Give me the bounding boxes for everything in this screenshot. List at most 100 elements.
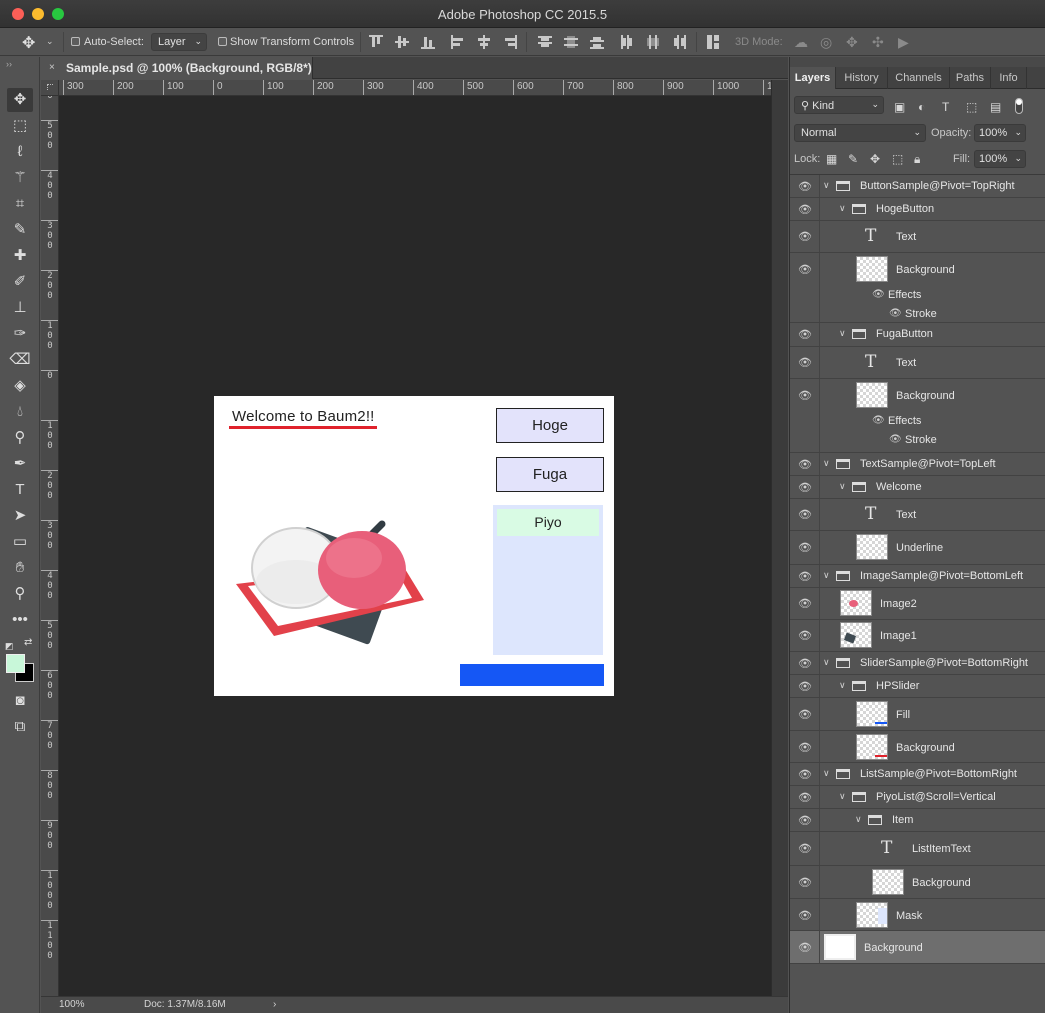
opacity-field[interactable]: 100% ⌄ xyxy=(974,124,1026,142)
lasso-tool-icon[interactable]: ℓ xyxy=(7,140,33,164)
lock-artboard-icon[interactable]: ⬚ xyxy=(892,152,903,166)
hand-tool-icon[interactable]: ✋︎ xyxy=(7,556,33,580)
layer-underline[interactable]: 👁︎ Underline xyxy=(790,531,1045,565)
camera-3d-icon[interactable]: ▶ xyxy=(898,34,909,51)
chevron-down-icon[interactable]: ∨ xyxy=(823,180,830,191)
rectangle-tool-icon[interactable]: ▭ xyxy=(7,530,33,554)
eye-icon[interactable]: 👁︎ xyxy=(798,481,812,494)
path-selection-tool-icon[interactable]: ➤ xyxy=(7,504,33,528)
layer-listitemtext[interactable]: 👁︎ T ListItemText xyxy=(790,832,1045,866)
chevron-down-icon[interactable]: ∨ xyxy=(855,814,862,825)
layer-mask[interactable]: 👁︎ Mask xyxy=(790,899,1045,931)
chevron-down-icon[interactable]: ∨ xyxy=(839,791,846,802)
screen-mode-icon[interactable]: ⧉ xyxy=(7,715,33,739)
lock-transparent-pixels-icon[interactable]: ▦ xyxy=(826,152,837,166)
default-colors-icon[interactable]: ◩ xyxy=(5,641,14,652)
paint-bucket-tool-icon[interactable]: ◈ xyxy=(7,374,33,398)
tab-info[interactable]: Info xyxy=(991,67,1027,89)
zoom-level-field[interactable]: 100% xyxy=(59,999,85,1010)
effects-eye-icon[interactable]: 👁︎ xyxy=(872,289,885,300)
chevron-down-icon[interactable]: ∨ xyxy=(823,768,830,779)
stroke-eye-icon[interactable]: 👁︎ xyxy=(889,434,902,445)
layer-group-listsample[interactable]: 👁︎ ∨ ListSample@Pivot=BottomRight xyxy=(790,763,1045,786)
filter-adjustment-layers-icon[interactable]: ◐ xyxy=(918,100,925,114)
eye-icon[interactable]: 👁︎ xyxy=(798,203,812,216)
eye-icon[interactable]: 👁︎ xyxy=(798,708,812,721)
layer-background[interactable]: 👁︎ Background xyxy=(790,731,1045,763)
type-tool-icon[interactable]: T xyxy=(7,478,33,502)
blur-tool-icon[interactable]: 💧︎ xyxy=(7,400,33,424)
tab-layers[interactable]: Layers xyxy=(790,67,836,89)
pen-tool-icon[interactable]: ✒ xyxy=(7,452,33,476)
close-document-icon[interactable]: × xyxy=(49,62,55,73)
vertical-scrollbar[interactable] xyxy=(771,80,788,996)
layer-group-imagesample[interactable]: 👁︎ ∨ ImageSample@Pivot=BottomLeft xyxy=(790,565,1045,588)
crop-tool-icon[interactable]: ⌗ xyxy=(7,192,33,216)
roll-3d-icon[interactable]: ◎ xyxy=(820,34,832,51)
layer-fill[interactable]: 👁︎ Fill xyxy=(790,698,1045,731)
stroke-eye-icon[interactable]: 👁︎ xyxy=(889,308,902,319)
blend-mode-dropdown[interactable]: Normal ⌄ xyxy=(794,124,926,142)
layer-group-slidersample[interactable]: 👁︎ ∨ SliderSample@Pivot=BottomRight xyxy=(790,652,1045,675)
magic-wand-tool-icon[interactable]: ⚚ xyxy=(7,166,33,190)
lock-position-icon[interactable]: ✥ xyxy=(870,152,880,166)
eye-icon[interactable]: 👁︎ xyxy=(798,180,812,193)
eraser-tool-icon[interactable]: ⌫ xyxy=(7,348,33,372)
vertical-ruler[interactable]: 6 0 0 5 0 0 4 0 0 3 0 0 2 0 0 1 0 0 0 1 0 0 2 0 … xyxy=(41,96,59,996)
horizontal-ruler[interactable]: 300 200 100 0 100 200 300 400 500 600 700 800 900 100… xyxy=(59,80,771,96)
tab-paths[interactable]: Paths xyxy=(950,67,991,89)
layer-text[interactable]: 👁︎ T Text xyxy=(790,347,1045,379)
eye-icon[interactable]: 👁︎ xyxy=(798,356,812,369)
swap-colors-icon[interactable]: ⇄ xyxy=(24,637,32,648)
marquee-tool-icon[interactable]: ⬚ xyxy=(7,114,33,138)
chevron-down-icon[interactable]: ∨ xyxy=(839,680,846,691)
layer-group-buttonsample[interactable]: 👁︎ ∨ ButtonSample@Pivot=TopRight xyxy=(790,175,1045,198)
layer-background-selected[interactable]: 👁︎ Background xyxy=(790,931,1045,964)
lock-image-pixels-icon[interactable]: ✎ xyxy=(848,152,858,166)
zoom-tool-icon[interactable]: ⚲ xyxy=(7,582,33,606)
eye-icon[interactable]: 👁︎ xyxy=(798,389,812,402)
distribute-vertical-centers-icon[interactable] xyxy=(564,35,578,49)
layer-image1[interactable]: 👁︎ Image1 xyxy=(790,620,1045,652)
eye-icon[interactable]: 👁︎ xyxy=(798,741,812,754)
eye-icon[interactable]: 👁︎ xyxy=(798,941,812,954)
eye-icon[interactable]: 👁︎ xyxy=(798,657,812,670)
layer-group-fugabutton[interactable]: 👁︎ ∨ FugaButton xyxy=(790,323,1045,347)
eye-icon[interactable]: 👁︎ xyxy=(798,842,812,855)
panel-collapse-icon[interactable]: ›› xyxy=(6,59,12,69)
layer-group-item[interactable]: 👁︎ ∨ Item xyxy=(790,809,1045,832)
eye-icon[interactable]: 👁︎ xyxy=(798,629,812,642)
align-top-edges-icon[interactable] xyxy=(369,35,383,49)
eye-icon[interactable]: 👁︎ xyxy=(798,328,812,341)
panel-grip[interactable] xyxy=(790,57,1045,67)
filter-kind-dropdown[interactable]: ⚲ Kind ⌄ xyxy=(794,96,884,114)
dodge-tool-icon[interactable]: ⚲ xyxy=(7,426,33,450)
filter-type-layers-icon[interactable]: T xyxy=(942,100,949,114)
lock-all-icon[interactable]: 🔒︎ xyxy=(914,152,920,167)
document-canvas[interactable]: Welcome to Baum2!! Hoge Fuga Piyo xyxy=(214,396,614,696)
filter-toggle[interactable] xyxy=(1015,98,1023,114)
clone-stamp-tool-icon[interactable]: ⊥ xyxy=(7,296,33,320)
eye-icon[interactable]: 👁︎ xyxy=(798,791,812,804)
eye-icon[interactable]: 👁︎ xyxy=(798,814,812,827)
filter-shape-layers-icon[interactable]: ⬚ xyxy=(966,100,977,114)
chevron-down-icon[interactable]: ∨ xyxy=(823,657,830,668)
chevron-down-icon[interactable]: ∨ xyxy=(823,458,830,469)
chevron-down-icon[interactable]: ∨ xyxy=(839,203,846,214)
layer-group-piyolist[interactable]: 👁︎ ∨ PiyoList@Scroll=Vertical xyxy=(790,786,1045,809)
eyedropper-tool-icon[interactable]: ✎ xyxy=(7,218,33,242)
layer-group-hpslider[interactable]: 👁︎ ∨ HPSlider xyxy=(790,675,1045,698)
auto-align-layers-icon[interactable] xyxy=(707,35,721,49)
layer-background[interactable]: 👁︎ Background 👁︎ Effects 👁︎ Stroke xyxy=(790,253,1045,323)
foreground-color-swatch[interactable] xyxy=(6,654,25,673)
show-transform-controls-checkbox[interactable] xyxy=(218,37,227,46)
effects-eye-icon[interactable]: 👁︎ xyxy=(872,415,885,426)
chevron-down-icon[interactable]: ∨ xyxy=(839,481,846,492)
align-vertical-centers-icon[interactable] xyxy=(395,35,409,49)
fill-field[interactable]: 100% ⌄ xyxy=(974,150,1026,168)
drag-3d-icon[interactable]: ✥ xyxy=(846,34,858,51)
layer-group-welcome[interactable]: 👁︎ ∨ Welcome xyxy=(790,476,1045,499)
tab-channels[interactable]: Channels xyxy=(888,67,950,89)
layer-group-textsample[interactable]: 👁︎ ∨ TextSample@Pivot=TopLeft xyxy=(790,453,1045,476)
auto-select-checkbox[interactable] xyxy=(71,37,80,46)
